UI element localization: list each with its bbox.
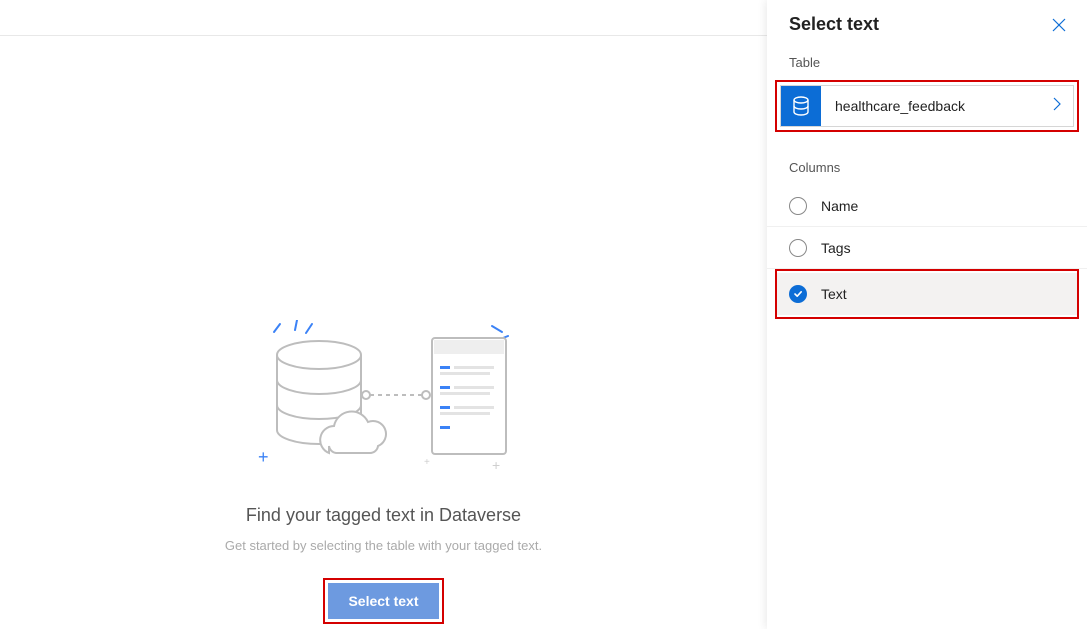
select-text-panel: Select text Table healthcare_feedback Co… xyxy=(767,0,1087,629)
column-label: Tags xyxy=(821,240,851,256)
columns-section-label: Columns xyxy=(767,150,1087,185)
column-row-tags[interactable]: Tags xyxy=(767,227,1087,269)
svg-text:+: + xyxy=(424,457,430,468)
table-icon xyxy=(781,86,821,126)
table-name: healthcare_feedback xyxy=(821,98,1053,114)
select-text-button-highlight: Select text xyxy=(323,578,443,624)
table-selector-highlight: healthcare_feedback xyxy=(775,80,1079,132)
table-section-label: Table xyxy=(767,45,1087,80)
dataverse-illustration: + + + xyxy=(244,320,524,480)
svg-text:+: + xyxy=(258,447,269,467)
column-label: Name xyxy=(821,198,858,214)
select-text-button[interactable]: Select text xyxy=(328,583,438,619)
column-row-text[interactable]: Text xyxy=(777,273,1077,315)
main-heading: Find your tagged text in Dataverse xyxy=(0,505,767,526)
table-selector[interactable]: healthcare_feedback xyxy=(780,85,1074,127)
radio-checked-icon xyxy=(789,285,807,303)
main-area: + + + xyxy=(0,0,767,629)
close-icon[interactable] xyxy=(1049,15,1069,35)
column-row-name[interactable]: Name xyxy=(767,185,1087,227)
panel-title: Select text xyxy=(789,14,879,35)
svg-text:+: + xyxy=(492,457,500,473)
chevron-right-icon xyxy=(1053,97,1073,116)
column-label: Text xyxy=(821,286,847,302)
radio-unchecked-icon xyxy=(789,197,807,215)
main-subheading: Get started by selecting the table with … xyxy=(0,538,767,553)
radio-unchecked-icon xyxy=(789,239,807,257)
column-row-text-highlight: Text xyxy=(775,269,1079,319)
